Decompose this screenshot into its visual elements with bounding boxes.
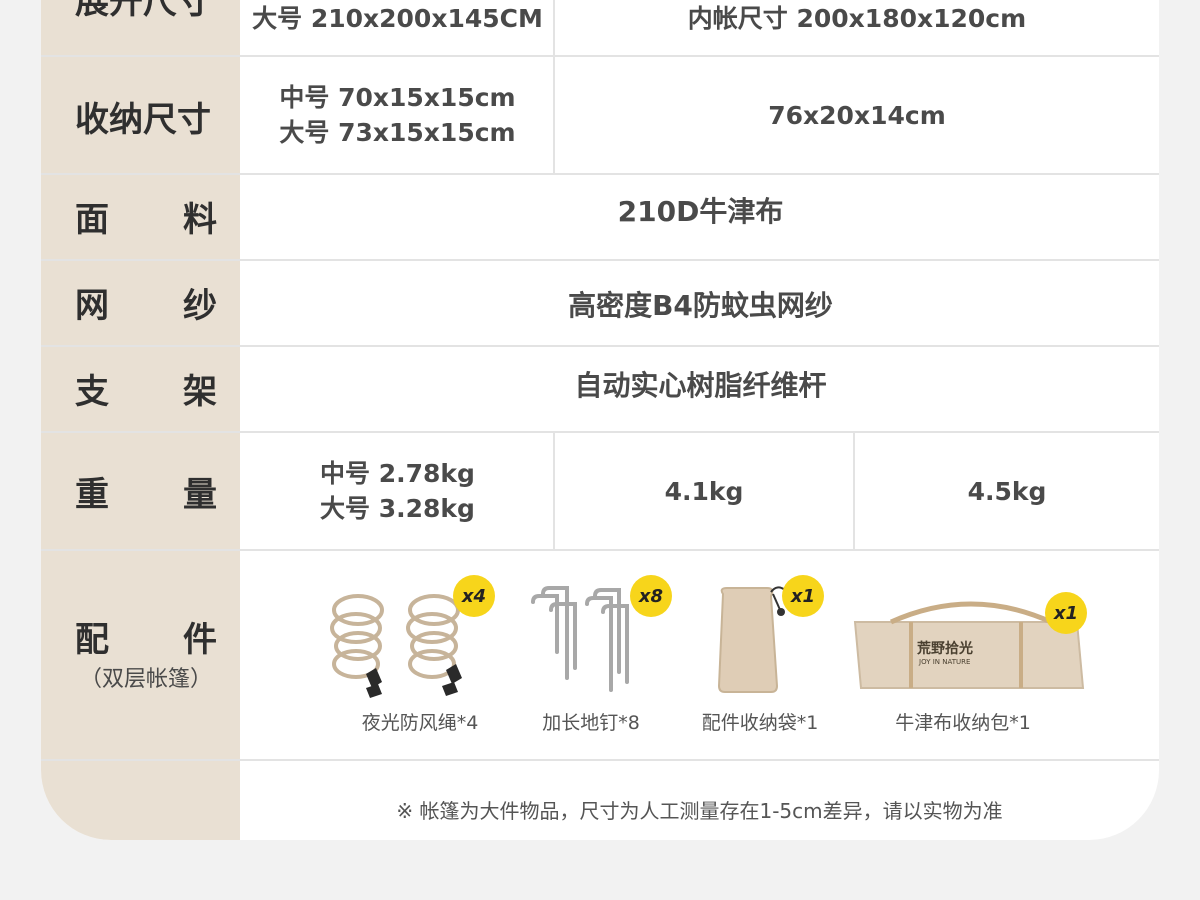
row-label-mesh: 网 纱 <box>75 282 217 326</box>
row-label-text: 收纳尺寸 <box>75 99 211 140</box>
quantity-badge: x1 <box>1045 592 1087 634</box>
unfold-size-cell-a: 大号 210x200x145CM <box>252 3 543 33</box>
row-label-char: 纱 <box>183 285 217 326</box>
row-label-char: 重 <box>75 474 109 515</box>
row-label-packed-size: 收纳尺寸 <box>75 96 217 140</box>
row-label-frame: 支 架 <box>75 368 217 412</box>
row-label-fabric: 面 料 <box>75 196 217 240</box>
frame-value: 自动实心树脂纤维杆 <box>574 368 827 402</box>
ground-peg-icon <box>527 582 637 702</box>
row-label-char: 面 <box>75 199 109 240</box>
unfold-size-cell-b: 内帐尺寸 200x180x120cm <box>687 3 1027 33</box>
row-divider <box>41 259 1159 261</box>
mesh-value: 高密度B4防蚊虫网纱 <box>568 288 833 322</box>
row-label-char: 网 <box>75 285 109 326</box>
accessory-label-bag: 牛津布收纳包*1 <box>895 712 1031 734</box>
weight-medium: 中号 2.78kg <box>320 459 475 488</box>
footnote: ※ 帐篷为大件物品，尺寸为人工测量存在1-5cm差异，请以实物为准 <box>396 799 1003 823</box>
bag-brand-text: 荒野拾光 <box>917 641 973 657</box>
weight-cell-b: 4.1kg <box>664 476 744 506</box>
weight-cell-c: 4.5kg <box>967 476 1047 506</box>
row-label-text: 展开尺寸 <box>75 0 211 22</box>
packed-size-cell-a: 中号 70x15x15cm 大号 73x15x15cm <box>242 57 553 173</box>
row-divider <box>41 759 1159 761</box>
packed-size-large: 大号 73x15x15cm <box>279 118 516 147</box>
row-label-char: 配 <box>75 619 109 660</box>
row-label-char: 架 <box>183 371 217 412</box>
accessory-label-pouch: 配件收纳袋*1 <box>701 712 819 734</box>
quantity-badge: x8 <box>630 575 672 617</box>
storage-pouch-icon <box>715 582 791 694</box>
row-divider <box>41 549 1159 551</box>
weight-cell-a: 中号 2.78kg 大号 3.28kg <box>242 433 553 549</box>
row-label-char: 件 <box>183 619 217 660</box>
row-label-char: 支 <box>75 371 109 412</box>
packed-size-medium: 中号 70x15x15cm <box>279 83 516 112</box>
fabric-value: 210D牛津布 <box>617 194 784 228</box>
accessories-sublabel: （双层帐篷） <box>79 667 212 692</box>
spec-table: 展开尺寸 大号 210x200x145CM 内帐尺寸 200x180x120cm… <box>41 0 1159 840</box>
packed-size-cell-b: 76x20x14cm <box>768 100 946 130</box>
bag-tagline-text: JOY IN NATURE <box>919 658 971 666</box>
quantity-badge: x1 <box>782 575 824 617</box>
weight-large: 大号 3.28kg <box>320 494 475 523</box>
row-label-char: 量 <box>183 474 217 515</box>
row-label-char: 料 <box>183 199 217 240</box>
row-label-accessories: 配 件 <box>75 616 217 660</box>
row-label-weight: 重 量 <box>75 471 217 515</box>
row-label-unfold-size: 展开尺寸 <box>75 0 217 22</box>
accessory-label-rope: 夜光防风绳*4 <box>361 712 479 734</box>
quantity-badge: x4 <box>453 575 495 617</box>
